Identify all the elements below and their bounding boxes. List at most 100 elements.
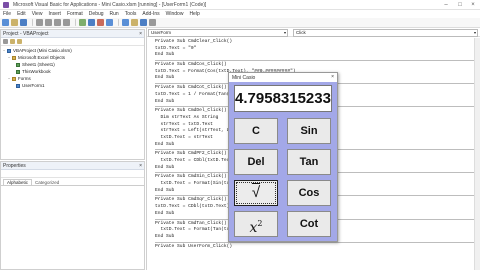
userform-title: Mini Casio xyxy=(232,74,256,81)
square-root-icon: √ xyxy=(251,184,261,201)
break-icon[interactable] xyxy=(88,19,95,26)
menu-insert[interactable]: Insert xyxy=(45,11,64,17)
tab-alphabetic[interactable]: Alphabetic xyxy=(3,179,33,185)
tree-item-label: UserForm1 xyxy=(22,83,45,88)
square-root-button[interactable]: √ xyxy=(234,180,278,206)
view-excel-icon[interactable] xyxy=(2,19,9,26)
standard-toolbar xyxy=(0,18,480,28)
tab-categorized[interactable]: Categorized xyxy=(32,180,62,185)
object-dropdown[interactable] xyxy=(1,170,144,178)
view-object-icon[interactable] xyxy=(10,39,15,44)
tree-item-thisworkbook[interactable]: ThisWorkbook xyxy=(3,68,142,75)
vba-app-icon xyxy=(3,1,9,8)
vba-editor-window: Microsoft Visual Basic for Applications … xyxy=(0,0,480,270)
close-icon[interactable]: × xyxy=(467,0,479,10)
view-code-icon[interactable] xyxy=(3,39,8,44)
code-line: Private Sub UserForm_Click() xyxy=(155,243,233,249)
menu-debug[interactable]: Debug xyxy=(86,11,107,17)
clear-button[interactable]: C xyxy=(234,118,278,144)
toggle-folders-icon[interactable] xyxy=(17,39,22,44)
close-icon[interactable]: × xyxy=(139,30,142,38)
object-browser-icon[interactable] xyxy=(140,19,147,26)
toolbox-icon[interactable] xyxy=(149,19,156,26)
properties-panel: Properties × Alphabetic Categorized xyxy=(0,161,145,270)
tree-item-vbaproject[interactable]: − VBAProject (Mini Casio.xlsm) xyxy=(3,47,142,54)
toolbar-separator xyxy=(118,19,119,26)
square-button[interactable]: x2 xyxy=(234,211,278,237)
cut-icon[interactable] xyxy=(36,19,43,26)
run-icon[interactable] xyxy=(79,19,86,26)
project-icon xyxy=(7,48,11,53)
tree-item-label: Sheet1 (Sheet1) xyxy=(22,62,55,67)
menu-bar: File Edit View Insert Format Debug Run T… xyxy=(0,10,480,18)
tree-item-label: VBAProject (Mini Casio.xlsm) xyxy=(13,48,72,53)
chevron-down-icon: ▾ xyxy=(473,29,476,35)
menu-view[interactable]: View xyxy=(29,11,46,17)
tree-item-forms[interactable]: − Forms xyxy=(3,75,142,82)
userform-title-bar: Mini Casio × xyxy=(229,73,337,82)
object-combo-value: UserForm xyxy=(151,29,171,35)
properties-tabs: Alphabetic Categorized xyxy=(1,178,144,186)
folder-icon xyxy=(12,55,16,60)
close-icon[interactable]: × xyxy=(139,162,142,170)
tree-item-userform1[interactable]: UserForm1 xyxy=(3,82,142,89)
tree-item-label: Microsoft Excel Objects xyxy=(18,55,66,60)
code-combo-row: UserForm ▾ Click ▾ xyxy=(147,28,480,37)
code-line: Private Sub CmdCos_Click() xyxy=(155,62,227,68)
procedure-combo[interactable]: Click ▾ xyxy=(293,28,478,37)
folder-icon xyxy=(12,76,16,81)
design-mode-icon[interactable] xyxy=(106,19,113,26)
paste-icon[interactable] xyxy=(54,19,61,26)
calculator-body: 4.7958315233 C Sin Del Tan √ Cos x2 Cot xyxy=(229,82,337,241)
project-explorer-icon[interactable] xyxy=(122,19,129,26)
code-line: txtD.Text = "0" xyxy=(155,45,197,51)
close-icon[interactable]: × xyxy=(331,73,334,82)
tree-item-sheet1[interactable]: Sheet1 (Sheet1) xyxy=(3,61,142,68)
project-panel-header: Project - VBAProject × xyxy=(1,30,144,38)
cot-button[interactable]: Cot xyxy=(287,211,331,237)
userform-icon xyxy=(16,83,20,88)
menu-window[interactable]: Window xyxy=(163,11,187,17)
menu-tools[interactable]: Tools xyxy=(122,11,140,17)
tree-item-excel-objects[interactable]: − Microsoft Excel Objects xyxy=(3,54,142,61)
delete-button[interactable]: Del xyxy=(234,149,278,175)
menu-help[interactable]: Help xyxy=(186,11,202,17)
menu-format[interactable]: Format xyxy=(64,11,86,17)
mini-casio-userform: Mini Casio × 4.7958315233 C Sin Del Tan … xyxy=(228,72,338,242)
vertical-scrollbar[interactable] xyxy=(474,38,480,270)
cos-button[interactable]: Cos xyxy=(287,180,331,206)
menu-file[interactable]: File xyxy=(0,11,14,17)
toolbar-separator xyxy=(32,19,33,26)
sin-button[interactable]: Sin xyxy=(287,118,331,144)
menu-add-ins[interactable]: Add-Ins xyxy=(139,11,162,17)
calculator-display[interactable]: 4.7958315233 xyxy=(234,85,332,112)
window-title: Microsoft Visual Basic for Applications … xyxy=(13,1,207,8)
tan-button[interactable]: Tan xyxy=(287,149,331,175)
tree-item-label: ThisWorkbook xyxy=(22,69,51,74)
menu-run[interactable]: Run xyxy=(107,11,122,17)
insert-userform-icon[interactable] xyxy=(11,19,18,26)
menu-edit[interactable]: Edit xyxy=(14,11,29,17)
code-line: Private Sub CmdClear_Click() xyxy=(155,39,233,44)
collapse-icon[interactable]: − xyxy=(8,55,11,60)
find-icon[interactable] xyxy=(63,19,70,26)
object-combo[interactable]: UserForm ▾ xyxy=(148,28,288,37)
properties-panel-title: Properties xyxy=(3,162,26,169)
tree-item-label: Forms xyxy=(18,76,31,81)
title-bar: Microsoft Visual Basic for Applications … xyxy=(0,0,480,10)
code-line: End Sub xyxy=(155,52,175,58)
maximize-icon[interactable]: □ xyxy=(454,0,466,10)
properties-window-icon[interactable] xyxy=(131,19,138,26)
reset-icon[interactable] xyxy=(97,19,104,26)
project-tree: − VBAProject (Mini Casio.xlsm) − Microso… xyxy=(1,46,144,90)
minimize-icon[interactable]: – xyxy=(440,0,452,10)
procedure-combo-value: Click xyxy=(296,29,306,35)
save-icon[interactable] xyxy=(20,19,27,26)
chevron-down-icon: ▾ xyxy=(283,29,286,35)
project-panel-toolbar xyxy=(1,38,144,46)
worksheet-icon xyxy=(16,62,20,67)
project-panel-title: Project - VBAProject xyxy=(3,30,49,37)
collapse-icon[interactable]: − xyxy=(3,48,6,53)
collapse-icon[interactable]: − xyxy=(8,76,11,81)
copy-icon[interactable] xyxy=(45,19,52,26)
